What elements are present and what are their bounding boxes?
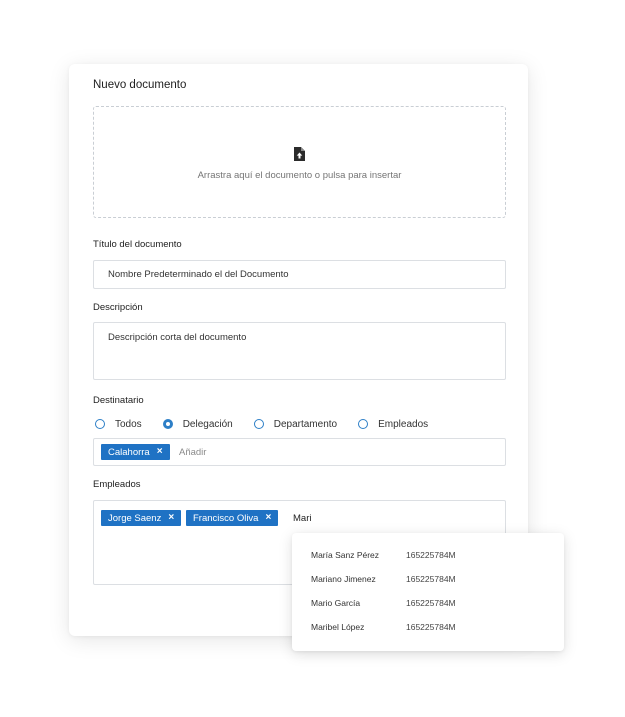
file-dropzone[interactable]: Arrastra aquí el documento o pulsa para … xyxy=(93,106,506,218)
tag-chip-label: Francisco Oliva xyxy=(193,512,259,524)
radio-departamento[interactable]: Departamento xyxy=(253,418,338,430)
radio-circle xyxy=(358,419,369,429)
suggestion-name: María Sanz Pérez xyxy=(311,550,380,560)
radio-label: Empleados xyxy=(378,418,429,430)
radio-empleados[interactable]: Empleados xyxy=(358,419,428,430)
tag-chip-label: Jorge Saenz xyxy=(108,512,162,524)
suggestion-item[interactable]: María Sanz Pérez 165225784M xyxy=(292,546,564,566)
radio-circle-checked xyxy=(162,419,173,429)
suggestion-id: 165225784M xyxy=(406,574,456,584)
card-title: Nuevo documento xyxy=(93,79,187,91)
recipient-label: Destinatario xyxy=(93,395,144,406)
employee-suggestions-dropdown: María Sanz Pérez 165225784M Mariano Jime… xyxy=(292,533,564,651)
dropzone-text: Arrastra aquí el documento o pulsa para … xyxy=(197,170,402,181)
suggestion-name: Mario García xyxy=(311,598,361,608)
recipient-tag-input[interactable]: Calahorra × Añadir xyxy=(93,438,506,466)
doc-title-input[interactable]: Nombre Predeterminado el del Documento xyxy=(93,260,506,289)
tag-chip: Francisco Oliva × xyxy=(186,510,279,526)
suggestion-name: Mariano Jimenez xyxy=(311,574,376,584)
close-icon[interactable]: × xyxy=(157,447,163,457)
add-tag-placeholder[interactable]: Añadir xyxy=(179,447,206,458)
tag-chip: Calahorra × xyxy=(101,444,170,460)
employees-label: Empleados xyxy=(93,479,141,490)
description-value: Descripción corta del documento xyxy=(108,332,247,343)
suggestion-item[interactable]: Mario García 165225784M xyxy=(292,594,564,614)
radio-todos[interactable]: Todos xyxy=(95,419,142,430)
doc-title-label: Título del documento xyxy=(93,239,182,250)
suggestion-item[interactable]: Mariano Jimenez 165225784M xyxy=(292,570,564,590)
radio-circle xyxy=(253,419,264,429)
description-label: Descripción xyxy=(93,302,143,313)
recipient-radio-group: Todos Delegación Departamento Empleados xyxy=(95,417,449,431)
suggestion-item[interactable]: Maribel López 165225784M xyxy=(292,618,564,638)
tag-chip: Jorge Saenz × xyxy=(101,510,182,526)
radio-label: Delegación xyxy=(182,418,233,430)
suggestion-id: 165225784M xyxy=(406,550,456,560)
radio-circle xyxy=(95,419,105,429)
suggestion-name: Maribel López xyxy=(311,622,365,632)
close-icon[interactable]: × xyxy=(265,513,271,523)
radio-delegacion[interactable]: Delegación xyxy=(162,418,233,430)
close-icon[interactable]: × xyxy=(168,513,174,523)
radio-label: Departamento xyxy=(273,418,338,430)
suggestion-id: 165225784M xyxy=(406,598,456,608)
tag-chip-label: Calahorra xyxy=(108,446,150,458)
radio-label: Todos xyxy=(115,418,142,430)
doc-title-value: Nombre Predeterminado el del Documento xyxy=(108,269,289,280)
suggestion-id: 165225784M xyxy=(406,622,456,632)
description-textarea[interactable]: Descripción corta del documento xyxy=(93,322,506,380)
file-upload-icon xyxy=(294,147,305,161)
employee-search-query[interactable]: Mari xyxy=(293,513,311,524)
